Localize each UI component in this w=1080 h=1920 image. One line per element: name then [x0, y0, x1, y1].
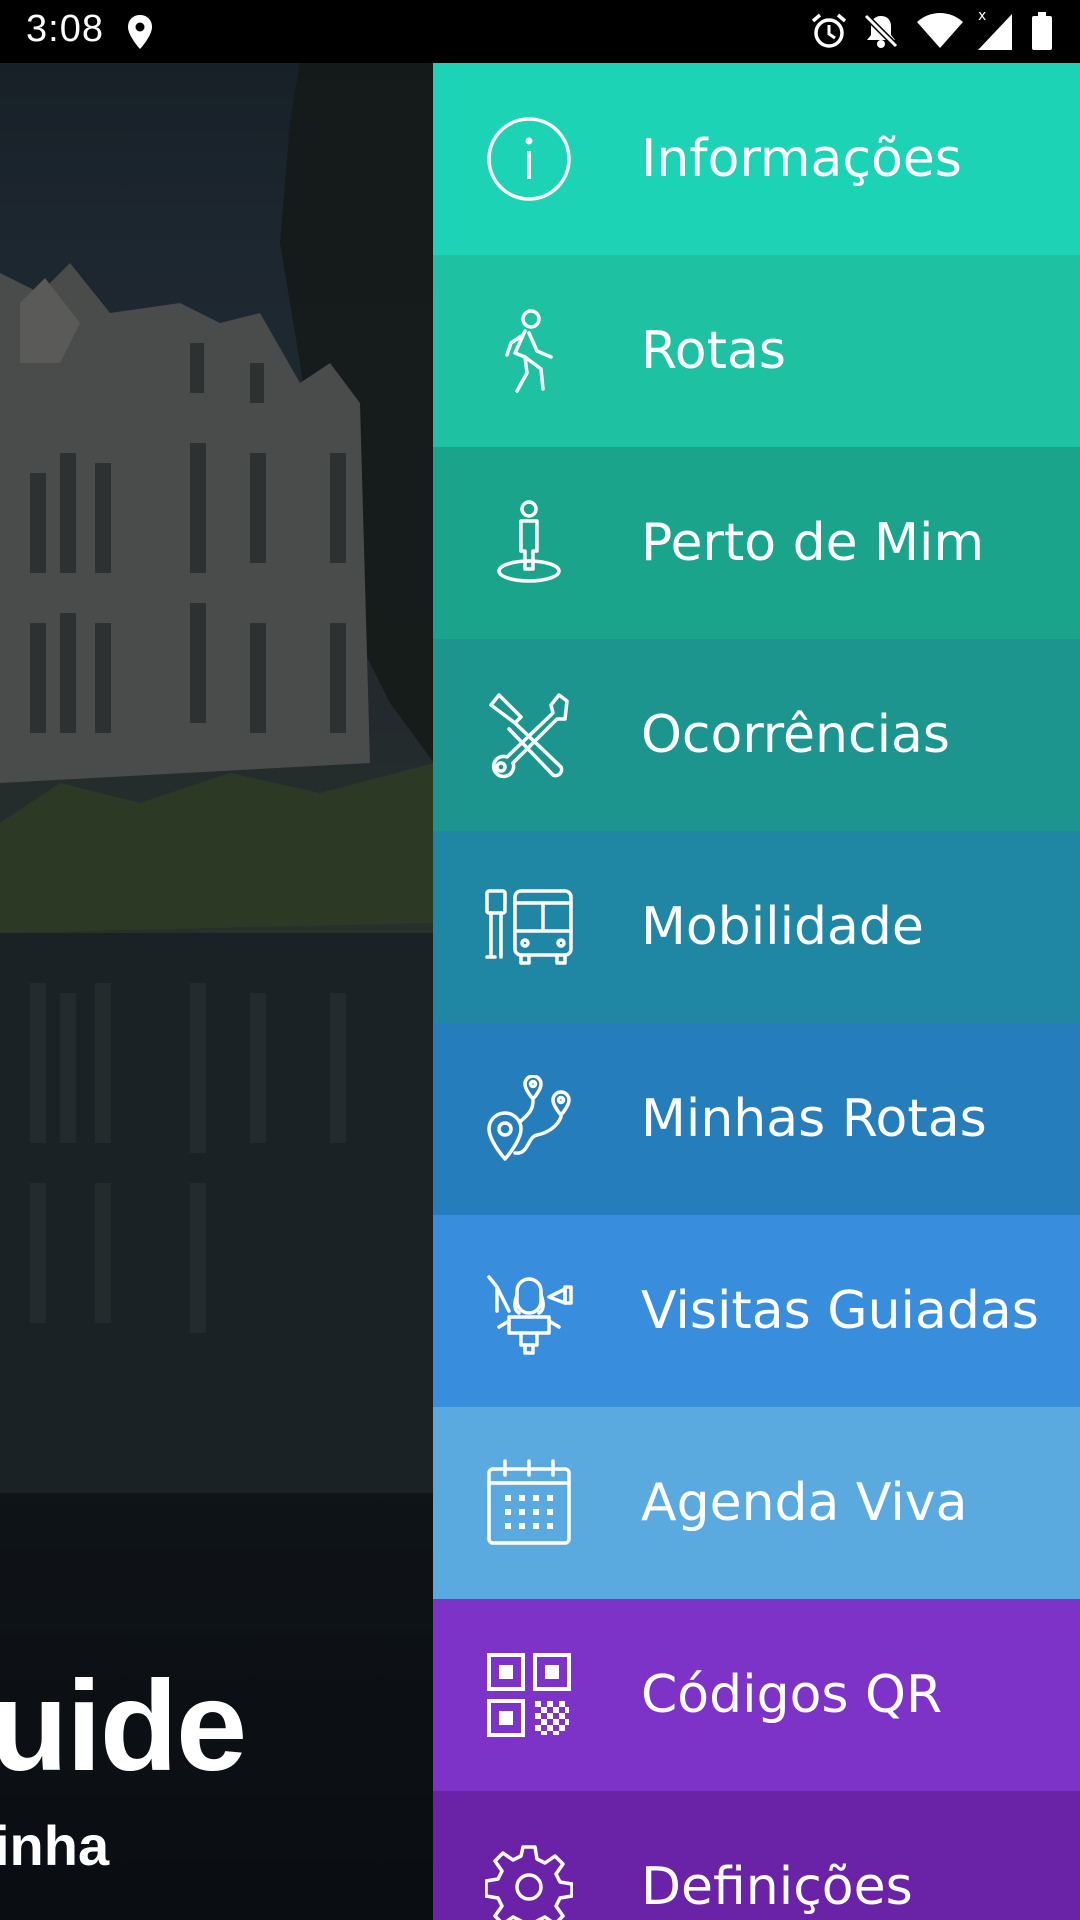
alarm-icon	[810, 12, 848, 54]
building-photo-graphic	[0, 63, 434, 1493]
menu-item-label: Mobilidade	[641, 897, 924, 957]
menu-item-mobilidade[interactable]: Mobilidade	[433, 831, 1080, 1023]
menu-item-visitas-guiadas[interactable]: Visitas Guiadas	[433, 1215, 1080, 1407]
navigation-drawer: Informações Rotas Perto de Mim Ocorrênci…	[433, 63, 1080, 1920]
menu-item-agenda-viva[interactable]: Agenda Viva	[433, 1407, 1080, 1599]
menu-item-label: Definições	[641, 1857, 913, 1917]
qr-code-icon	[485, 1651, 573, 1739]
app-subtitle-partial: inha	[0, 1814, 110, 1877]
location-icon	[126, 14, 154, 54]
menu-item-ocorrencias[interactable]: Ocorrências	[433, 639, 1080, 831]
menu-item-codigos-qr[interactable]: Códigos QR	[433, 1599, 1080, 1791]
calendar-icon	[485, 1459, 573, 1547]
notifications-off-icon	[862, 12, 900, 54]
person-location-icon	[485, 499, 573, 587]
menu-item-minhas-rotas[interactable]: Minhas Rotas	[433, 1023, 1080, 1215]
tour-guide-icon	[485, 1267, 573, 1355]
info-icon	[485, 115, 573, 203]
menu-item-perto-de-mim[interactable]: Perto de Mim	[433, 447, 1080, 639]
menu-item-label: Visitas Guiadas	[641, 1281, 1039, 1341]
menu-item-informacoes[interactable]: Informações	[433, 63, 1080, 255]
app-title-partial: uide	[0, 1655, 247, 1798]
menu-item-label: Perto de Mim	[641, 513, 985, 573]
tools-icon	[485, 691, 573, 779]
gear-icon	[485, 1843, 573, 1920]
walking-person-icon	[485, 307, 573, 395]
route-pins-icon	[485, 1075, 573, 1163]
menu-item-label: Informações	[641, 129, 962, 189]
status-time: 3:08	[26, 8, 104, 50]
bus-stop-icon	[485, 883, 573, 971]
wifi-icon	[916, 12, 964, 54]
signal-icon: x	[978, 6, 1014, 54]
menu-item-label: Códigos QR	[641, 1665, 943, 1725]
menu-item-label: Rotas	[641, 321, 786, 381]
menu-item-rotas[interactable]: Rotas	[433, 255, 1080, 447]
menu-item-label: Minhas Rotas	[641, 1089, 987, 1149]
status-bar: 3:08 x	[0, 0, 1080, 63]
menu-item-label: Ocorrências	[641, 705, 950, 765]
battery-icon	[1032, 12, 1052, 54]
background-photo: uide inha	[0, 63, 434, 1920]
menu-item-definicoes[interactable]: Definições	[433, 1791, 1080, 1920]
menu-item-label: Agenda Viva	[641, 1473, 968, 1533]
svg-text:x: x	[978, 8, 986, 24]
